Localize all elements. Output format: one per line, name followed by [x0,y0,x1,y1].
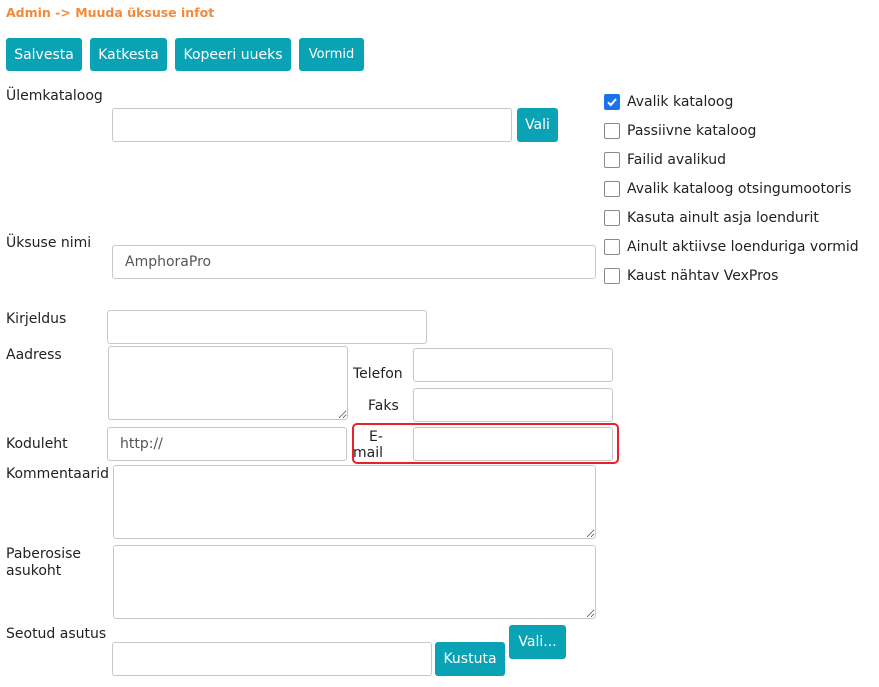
delete-related-button[interactable]: Kustuta [435,642,505,676]
option-label: Avalik kataloog otsingumootoris [627,181,852,197]
parent-catalog-input[interactable] [112,108,512,142]
checkbox-checked-icon[interactable] [604,94,620,110]
homepage-input[interactable] [107,427,347,461]
option-item-counter-only[interactable]: Kasuta ainult asja loendurit [604,209,819,227]
homepage-label: Koduleht [6,436,68,452]
related-institution-input[interactable] [112,642,432,676]
checkbox-icon[interactable] [604,210,620,226]
description-label: Kirjeldus [6,311,67,327]
unit-name-input[interactable] [112,245,596,279]
option-passive-catalog[interactable]: Passiivne kataloog [604,122,756,140]
paper-location-label-part2: asukoht [6,563,62,579]
checkbox-icon[interactable] [604,268,620,284]
phone-input[interactable] [413,348,613,382]
option-folder-visible-vexpros[interactable]: Kaust nähtav VexPros [604,267,778,285]
copy-as-new-button[interactable]: Kopeeri uueks [175,38,291,71]
address-textarea[interactable] [108,346,348,420]
comments-textarea[interactable] [113,465,596,539]
option-label: Kaust nähtav VexPros [627,268,779,284]
breadcrumb: Admin -> Muuda üksuse infot [6,5,215,20]
choose-parent-button[interactable]: Vali [517,108,558,142]
option-active-counter-forms[interactable]: Ainult aktiivse loenduriga vormid [604,238,859,256]
phone-label: Telefon [353,366,403,382]
forms-button[interactable]: Vormid [299,38,364,71]
fax-input[interactable] [413,388,613,422]
unit-name-label: Üksuse nimi [6,235,92,251]
checkbox-icon[interactable] [604,239,620,255]
option-label: Avalik kataloog [627,94,734,110]
parent-catalog-label: Ülemkataloog [6,88,103,104]
save-button[interactable]: Salvesta [6,38,82,71]
checkbox-icon[interactable] [604,152,620,168]
comments-label: Kommentaarid [6,466,109,482]
paper-location-label-part1: Paberosise [6,546,81,562]
email-input[interactable] [413,427,613,461]
option-label: Passiivne kataloog [627,123,757,139]
cancel-button[interactable]: Katkesta [90,38,167,71]
option-label: Kasuta ainult asja loendurit [627,210,819,226]
address-label: Aadress [6,347,62,363]
checkbox-icon[interactable] [604,123,620,139]
related-institution-label: Seotud asutus [6,626,107,642]
option-label: Failid avalikud [627,152,727,168]
page: Admin -> Muuda üksuse infot Salvesta Kat… [0,0,879,687]
checkbox-icon[interactable] [604,181,620,197]
email-label-part1: E- [369,429,383,445]
fax-label: Faks [368,398,399,414]
paper-location-textarea[interactable] [113,545,596,619]
email-label-part2: mail [353,445,383,461]
description-input[interactable] [107,310,427,344]
option-files-public[interactable]: Failid avalikud [604,151,726,169]
option-label: Ainult aktiivse loenduriga vormid [627,239,859,255]
option-public-catalog[interactable]: Avalik kataloog [604,93,733,111]
choose-related-button[interactable]: Vali... [509,625,566,659]
option-public-in-search-engine[interactable]: Avalik kataloog otsingumootoris [604,180,851,198]
